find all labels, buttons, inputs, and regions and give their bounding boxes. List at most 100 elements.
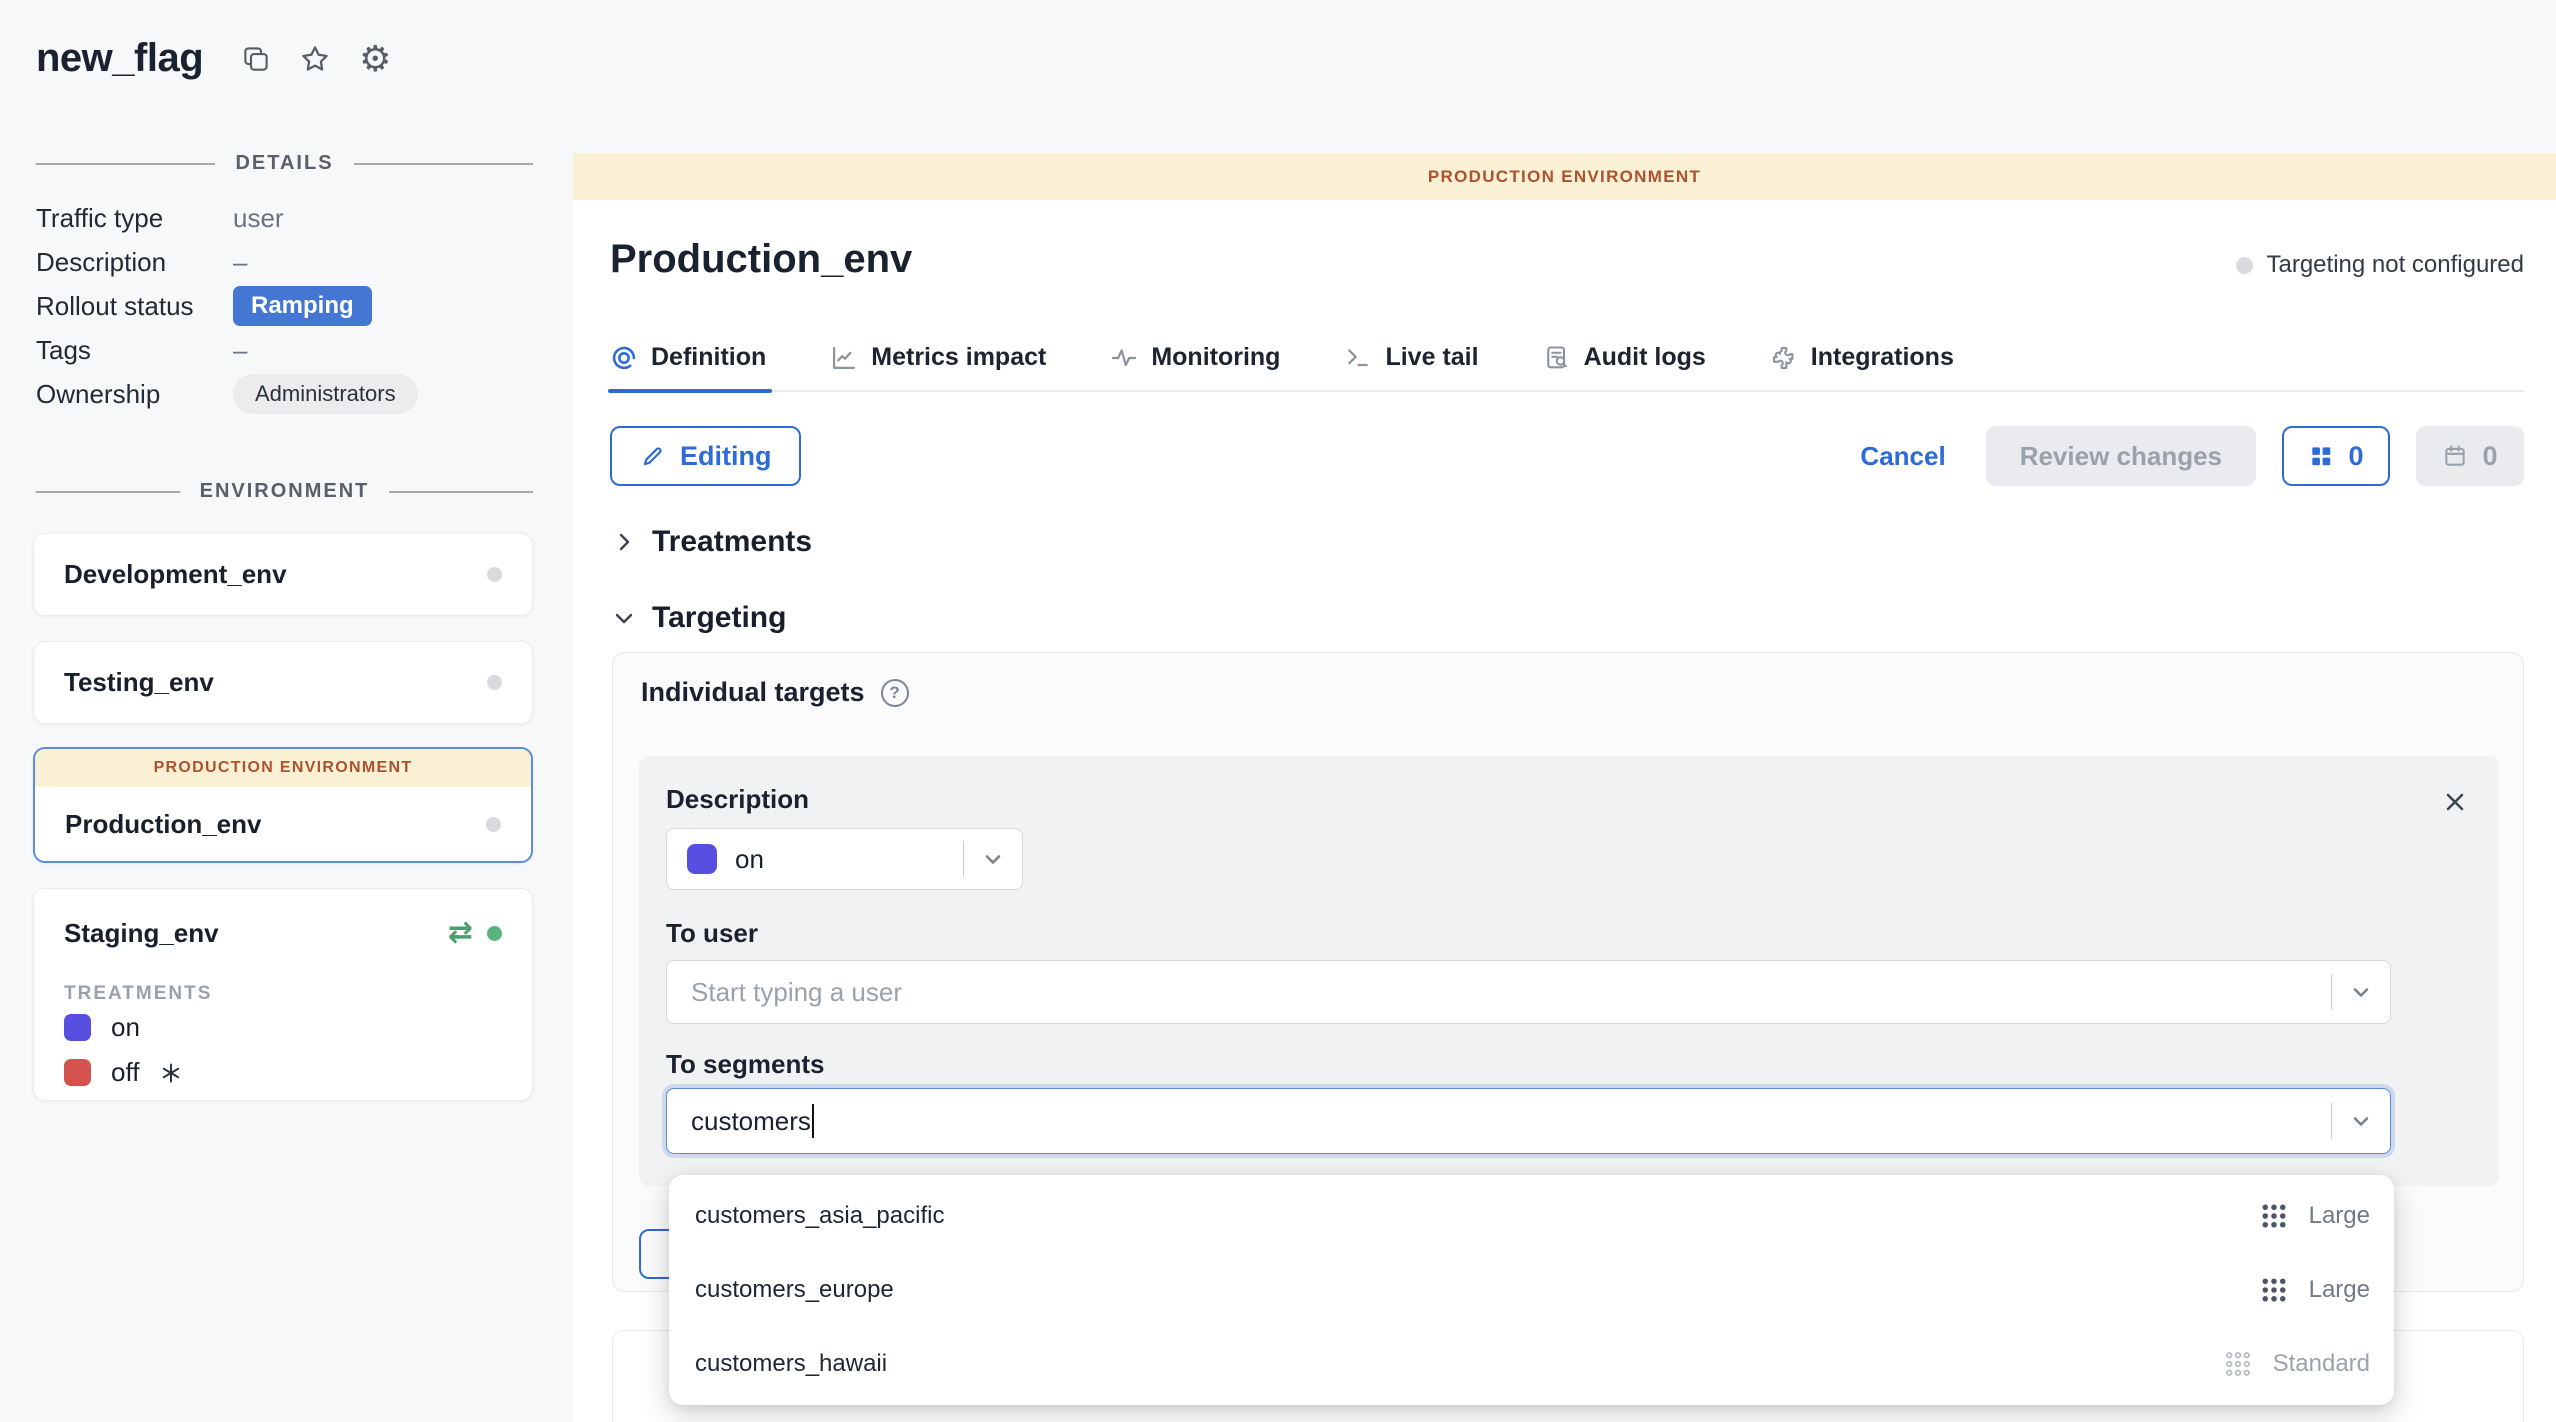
selected-treatment: on	[735, 844, 764, 875]
detail-label: Tags	[36, 335, 233, 366]
treatment-swatch-on	[687, 844, 717, 874]
to-user-label: To user	[666, 918, 758, 949]
segment-option-europe[interactable]: customers_europe Large	[669, 1253, 2394, 1327]
status-dot-gray	[487, 675, 502, 690]
audit-logs-icon	[1543, 344, 1571, 372]
tab-bar: Definition Metrics impact Monitoring	[610, 343, 2524, 392]
tab-integrations[interactable]: Integrations	[1770, 343, 1954, 372]
chevron-down-icon	[612, 606, 636, 630]
production-environment-banner-main: PRODUCTION ENVIRONMENT	[573, 153, 2556, 200]
details-heading-label: DETAILS	[235, 152, 333, 175]
divider	[36, 163, 215, 165]
treatments-heading: TREATMENTS	[64, 983, 502, 1005]
detail-label: Traffic type	[36, 203, 233, 234]
segment-name: customers_asia_pacific	[695, 1202, 944, 1230]
tab-monitoring[interactable]: Monitoring	[1110, 343, 1280, 372]
status-dot-icon	[2236, 257, 2253, 274]
sync-arrows-icon: ⇄	[448, 918, 473, 948]
scheduled-changes-count: 0	[2482, 441, 2497, 472]
close-icon[interactable]	[2437, 784, 2473, 823]
env-card-testing[interactable]: Testing_env	[33, 641, 533, 724]
detail-value: –	[233, 247, 247, 278]
metrics-impact-icon	[830, 344, 858, 372]
chevron-down-icon[interactable]	[2332, 980, 2390, 1004]
tab-metrics-impact[interactable]: Metrics impact	[830, 343, 1046, 372]
detail-row-tags: Tags –	[36, 328, 533, 372]
segment-size-label: Standard	[2273, 1350, 2370, 1378]
env-name: Testing_env	[64, 667, 214, 698]
to-user-field[interactable]	[666, 960, 2391, 1024]
treatment-name: off	[111, 1057, 139, 1088]
cancel-button[interactable]: Cancel	[1846, 441, 1959, 472]
editing-button[interactable]: Editing	[610, 426, 801, 486]
detail-label: Description	[36, 247, 233, 278]
edit-toolbar: Editing Cancel Review changes 0	[610, 425, 2524, 487]
chevron-down-icon[interactable]	[2332, 1109, 2390, 1133]
segment-name: customers_europe	[695, 1276, 894, 1304]
treatment-name: on	[111, 1012, 140, 1043]
sidebar: DETAILS Traffic type user Description – …	[0, 0, 573, 1422]
env-card-staging[interactable]: Staging_env ⇄ TREATMENTS on off	[33, 888, 533, 1101]
env-name: Staging_env	[64, 918, 219, 949]
divider	[354, 163, 533, 165]
details-list: Traffic type user Description – Rollout …	[36, 196, 533, 416]
live-tail-icon	[1344, 344, 1372, 372]
scheduled-changes-button[interactable]: 0	[2416, 426, 2524, 486]
targeting-status-label: Targeting not configured	[2266, 251, 2524, 279]
tab-label: Monitoring	[1151, 343, 1280, 372]
detail-label: Rollout status	[36, 291, 233, 322]
divider	[36, 491, 180, 493]
app-root: new_flag ⚙ DETAILS Traffic type user	[0, 0, 2556, 1422]
segment-option-asia-pacific[interactable]: customers_asia_pacific Large	[669, 1179, 2394, 1253]
tab-label: Definition	[651, 343, 766, 372]
pending-changes-button[interactable]: 0	[2282, 426, 2390, 486]
production-environment-banner: PRODUCTION ENVIRONMENT	[35, 749, 531, 787]
divider	[389, 491, 533, 493]
status-dot-green	[487, 926, 502, 941]
tab-definition[interactable]: Definition	[610, 343, 766, 372]
to-segments-field[interactable]: customers	[666, 1088, 2391, 1154]
status-dot-gray	[487, 567, 502, 582]
tab-label: Metrics impact	[871, 343, 1046, 372]
to-segments-input-value[interactable]: customers	[667, 1106, 811, 1137]
treatment-row-off: off	[64, 1050, 502, 1095]
env-name: Production_env	[65, 809, 261, 840]
calendar-icon	[2442, 443, 2468, 469]
env-card-production[interactable]: PRODUCTION ENVIRONMENT Production_env	[33, 747, 533, 863]
tab-label: Live tail	[1385, 343, 1478, 372]
individual-target-panel: Description on To user	[639, 756, 2499, 1186]
definition-icon	[610, 344, 638, 372]
review-changes-button[interactable]: Review changes	[1986, 426, 2256, 486]
help-icon[interactable]: ?	[881, 679, 909, 707]
page-title: Production_env	[610, 237, 912, 282]
to-segments-label: To segments	[666, 1049, 824, 1080]
treatment-swatch-on	[64, 1014, 91, 1041]
tab-audit-logs[interactable]: Audit logs	[1543, 343, 1706, 372]
env-name: Development_env	[64, 559, 287, 590]
chevron-down-icon[interactable]	[964, 847, 1022, 871]
integrations-icon	[1770, 344, 1798, 372]
detail-row-traffic-type: Traffic type user	[36, 196, 533, 240]
detail-label: Ownership	[36, 379, 233, 410]
default-treatment-asterisk-icon	[159, 1061, 183, 1085]
segment-size-label: Large	[2309, 1202, 2370, 1230]
segment-option-hawaii[interactable]: customers_hawaii Standard	[669, 1327, 2394, 1401]
tab-live-tail[interactable]: Live tail	[1344, 343, 1478, 372]
to-user-input[interactable]	[667, 961, 2331, 1023]
pencil-icon	[640, 443, 666, 469]
treatments-section-label: Treatments	[652, 525, 812, 559]
detail-row-description: Description –	[36, 240, 533, 284]
main-panel: PRODUCTION ENVIRONMENT Production_env Ta…	[573, 153, 2556, 1422]
targeting-section-toggle[interactable]: Targeting	[612, 601, 786, 635]
environment-section-heading: ENVIRONMENT	[36, 480, 533, 503]
treatment-select[interactable]: on	[666, 828, 1023, 890]
env-card-development[interactable]: Development_env	[33, 533, 533, 616]
pending-changes-count: 0	[2348, 441, 2363, 472]
targeting-section-label: Targeting	[652, 601, 786, 635]
detail-row-rollout-status: Rollout status Ramping	[36, 284, 533, 328]
segment-suggestions-dropdown: customers_asia_pacific Large customers_e…	[669, 1175, 2394, 1405]
details-section-heading: DETAILS	[36, 152, 533, 175]
description-label: Description	[666, 784, 809, 815]
treatments-section-toggle[interactable]: Treatments	[612, 525, 812, 559]
grid-icon	[2308, 443, 2334, 469]
